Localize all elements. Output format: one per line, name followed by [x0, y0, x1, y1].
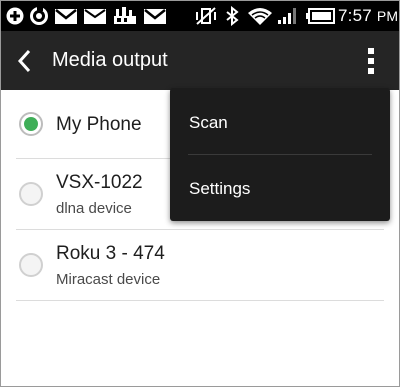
menu-item-label: Settings — [189, 179, 251, 198]
gmail-icon — [55, 9, 77, 24]
radio-selected[interactable] — [19, 112, 43, 136]
mail-icon — [84, 9, 106, 24]
list-item-roku[interactable]: Roku 3 - 474 Miracast device — [1, 230, 399, 300]
gmail-icon-2 — [144, 9, 166, 24]
menu-item-settings[interactable]: Settings — [170, 155, 390, 221]
add-icon — [6, 7, 24, 25]
sync-icon — [30, 7, 48, 25]
battery-icon — [306, 8, 335, 24]
menu-item-scan[interactable]: Scan — [170, 88, 390, 154]
status-bar: 7:57 PM — [1, 1, 399, 31]
back-arrow-icon[interactable] — [15, 48, 35, 74]
device-type: Miracast device — [56, 271, 161, 288]
device-type: dlna device — [56, 200, 132, 217]
device-name: My Phone — [56, 114, 142, 135]
clock: 7:57 PM — [338, 6, 399, 25]
more-options-icon[interactable] — [361, 45, 381, 77]
lte-icon — [114, 7, 136, 24]
action-bar: Media output — [1, 31, 399, 90]
divider — [16, 300, 384, 301]
media-output-screen: 7:57 PM Media output My Phone VSX-1022 d… — [0, 0, 400, 387]
menu-item-label: Scan — [189, 113, 228, 132]
device-name: Roku 3 - 474 — [56, 243, 165, 264]
overflow-menu: Scan Settings — [170, 88, 390, 221]
bluetooth-icon — [226, 6, 239, 26]
radio-unselected[interactable] — [19, 253, 43, 277]
wifi-icon — [248, 8, 272, 25]
radio-unselected[interactable] — [19, 182, 43, 206]
device-name: VSX-1022 — [56, 172, 143, 193]
cell-signal-icon — [278, 8, 296, 24]
page-title: Media output — [52, 49, 168, 71]
vibrate-off-icon — [196, 7, 216, 25]
